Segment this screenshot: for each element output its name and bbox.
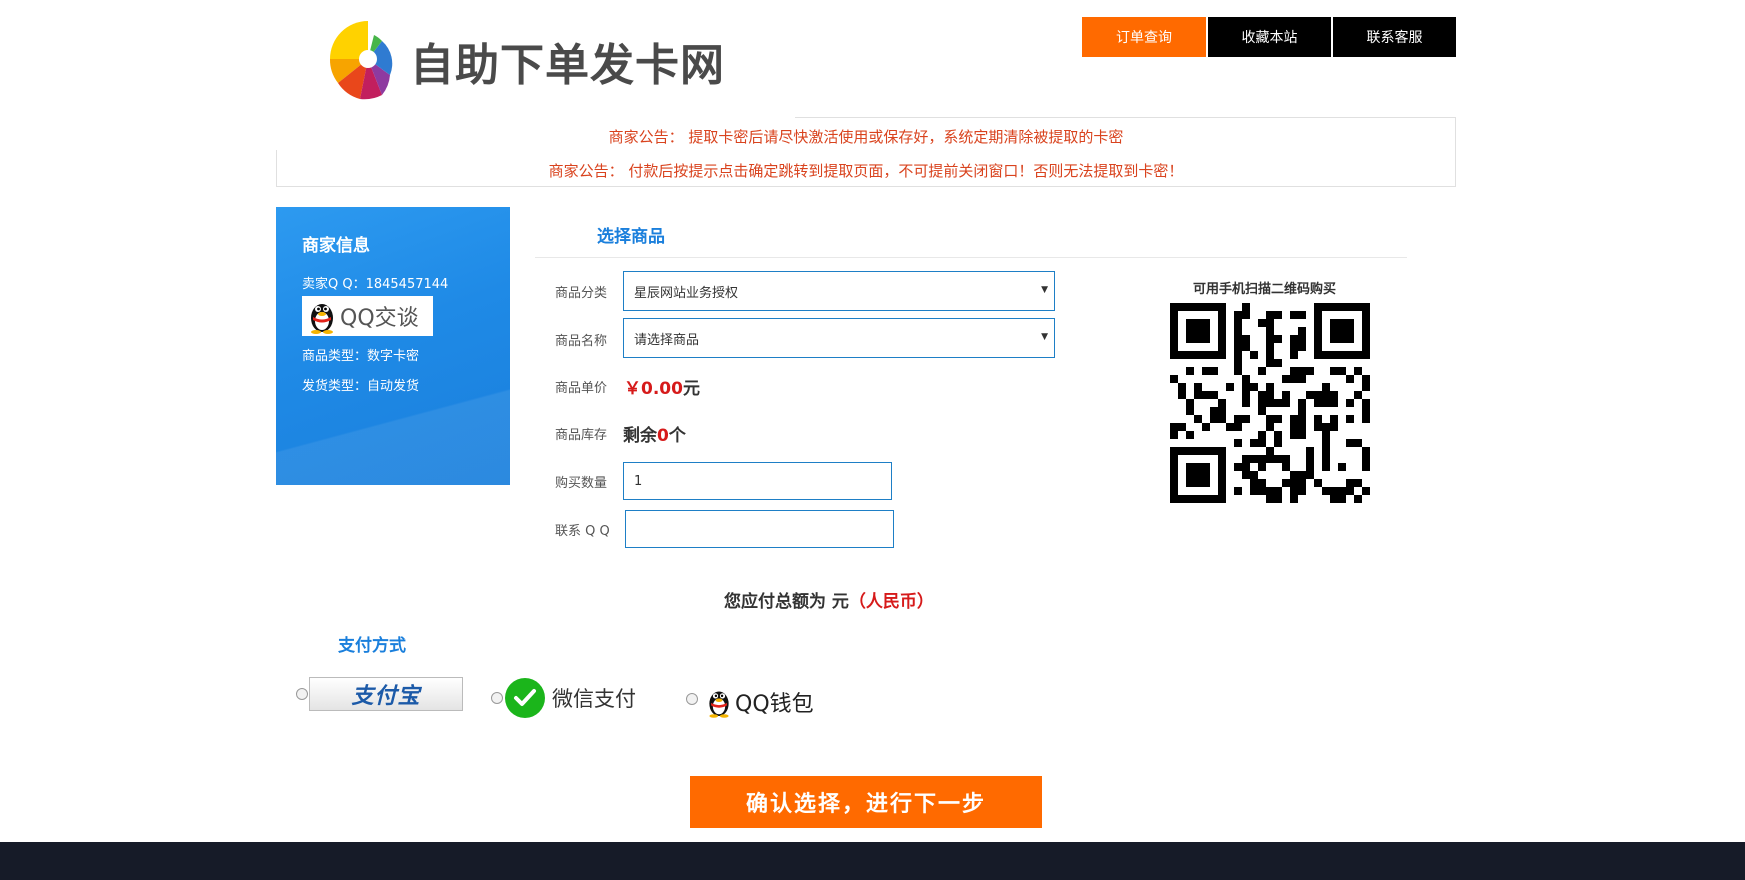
site-logo[interactable]: 自助下单发卡网 bbox=[320, 16, 740, 106]
merchant-info-panel: 商家信息 卖家Q Q：1845457144 QQ交谈 商品类型：数字卡密 发货类… bbox=[276, 207, 510, 485]
category-select[interactable]: 星辰网站业务授权 ▼ bbox=[623, 271, 1055, 311]
qq-penguin-icon bbox=[709, 691, 729, 718]
stock-count: 0 bbox=[657, 426, 669, 446]
product-name-select[interactable]: 请选择商品 ▼ bbox=[623, 318, 1055, 358]
stock-label: 商品库存 bbox=[555, 428, 608, 443]
qr-code bbox=[1169, 301, 1371, 505]
merchant-delivery-type: 发货类型：自动发货 bbox=[302, 379, 420, 394]
qq-chat-label: QQ交谈 bbox=[340, 306, 419, 331]
qqwallet-label: QQ钱包 bbox=[735, 692, 814, 717]
dropdown-arrow-icon: ▼ bbox=[1041, 285, 1048, 295]
qr-caption: 可用手机扫描二维码购买 bbox=[1193, 282, 1337, 297]
wechat-pay-label: 微信支付 bbox=[552, 687, 636, 711]
qqwallet-radio[interactable] bbox=[686, 693, 698, 705]
alipay-radio[interactable] bbox=[296, 688, 308, 700]
footer-bar bbox=[0, 842, 1745, 880]
quantity-input[interactable]: 1 bbox=[623, 462, 892, 500]
wechat-icon bbox=[505, 678, 545, 718]
notice-board: 商家公告： 提取卡密后请尽快激活使用或保存好，系统定期清除被提取的卡密 商家公告… bbox=[275, 116, 1456, 187]
category-select-value: 星辰网站业务授权 bbox=[634, 285, 739, 301]
total-currency: （人民币） bbox=[848, 592, 934, 612]
stock-value: 剩余0个 bbox=[623, 426, 686, 446]
select-product-title: 选择商品 bbox=[597, 227, 665, 247]
confirm-next-button[interactable]: 确认选择，进行下一步 bbox=[690, 776, 1042, 828]
section-divider bbox=[535, 257, 1407, 258]
category-label: 商品分类 bbox=[555, 286, 608, 301]
price-amount: ￥0.00 bbox=[624, 379, 683, 399]
product-name-label: 商品名称 bbox=[555, 334, 608, 349]
wechat-radio[interactable] bbox=[491, 692, 503, 704]
contact-service-button[interactable]: 联系客服 bbox=[1333, 17, 1456, 57]
total-prefix: 您应付总额为 元 bbox=[724, 592, 849, 612]
contact-qq-input[interactable] bbox=[625, 510, 894, 548]
price-label: 商品单价 bbox=[555, 381, 608, 396]
contact-qq-label: 联系 Q Q bbox=[555, 524, 610, 539]
quantity-label: 购买数量 bbox=[555, 476, 608, 491]
qq-penguin-icon bbox=[311, 304, 333, 334]
product-name-select-value: 请选择商品 bbox=[634, 332, 700, 348]
notice-line-2: 商家公告： 付款后按提示点击确定跳转到提取页面，不可提前关闭窗口！否则无法提取到… bbox=[548, 162, 1184, 180]
unit-price: ￥0.00元 bbox=[624, 374, 700, 399]
dropdown-arrow-icon: ▼ bbox=[1041, 332, 1048, 342]
wechat-pay-option[interactable]: 微信支付 bbox=[505, 678, 636, 718]
merchant-qq: 卖家Q Q：1845457144 bbox=[302, 277, 449, 292]
logo-icon bbox=[320, 19, 400, 103]
qqwallet-option[interactable]: QQ钱包 bbox=[705, 686, 814, 718]
merchant-title: 商家信息 bbox=[302, 236, 370, 256]
bookmark-button[interactable]: 收藏本站 bbox=[1208, 17, 1331, 57]
qq-chat-button[interactable]: QQ交谈 bbox=[302, 296, 433, 336]
total-amount: 您应付总额为 元（人民币） bbox=[724, 587, 934, 612]
alipay-option[interactable]: 支付宝 bbox=[309, 677, 463, 711]
notice-line-1: 商家公告： 提取卡密后请尽快激活使用或保存好，系统定期清除被提取的卡密 bbox=[608, 128, 1124, 146]
price-unit: 元 bbox=[682, 379, 700, 399]
order-query-button[interactable]: 订单查询 bbox=[1082, 17, 1206, 57]
payment-method-title: 支付方式 bbox=[338, 636, 406, 656]
site-title: 自助下单发卡网 bbox=[410, 40, 725, 91]
merchant-product-type: 商品类型：数字卡密 bbox=[302, 349, 420, 364]
top-nav: 订单查询 收藏本站 联系客服 bbox=[1082, 17, 1456, 57]
alipay-label: 支付宝 bbox=[351, 684, 421, 709]
